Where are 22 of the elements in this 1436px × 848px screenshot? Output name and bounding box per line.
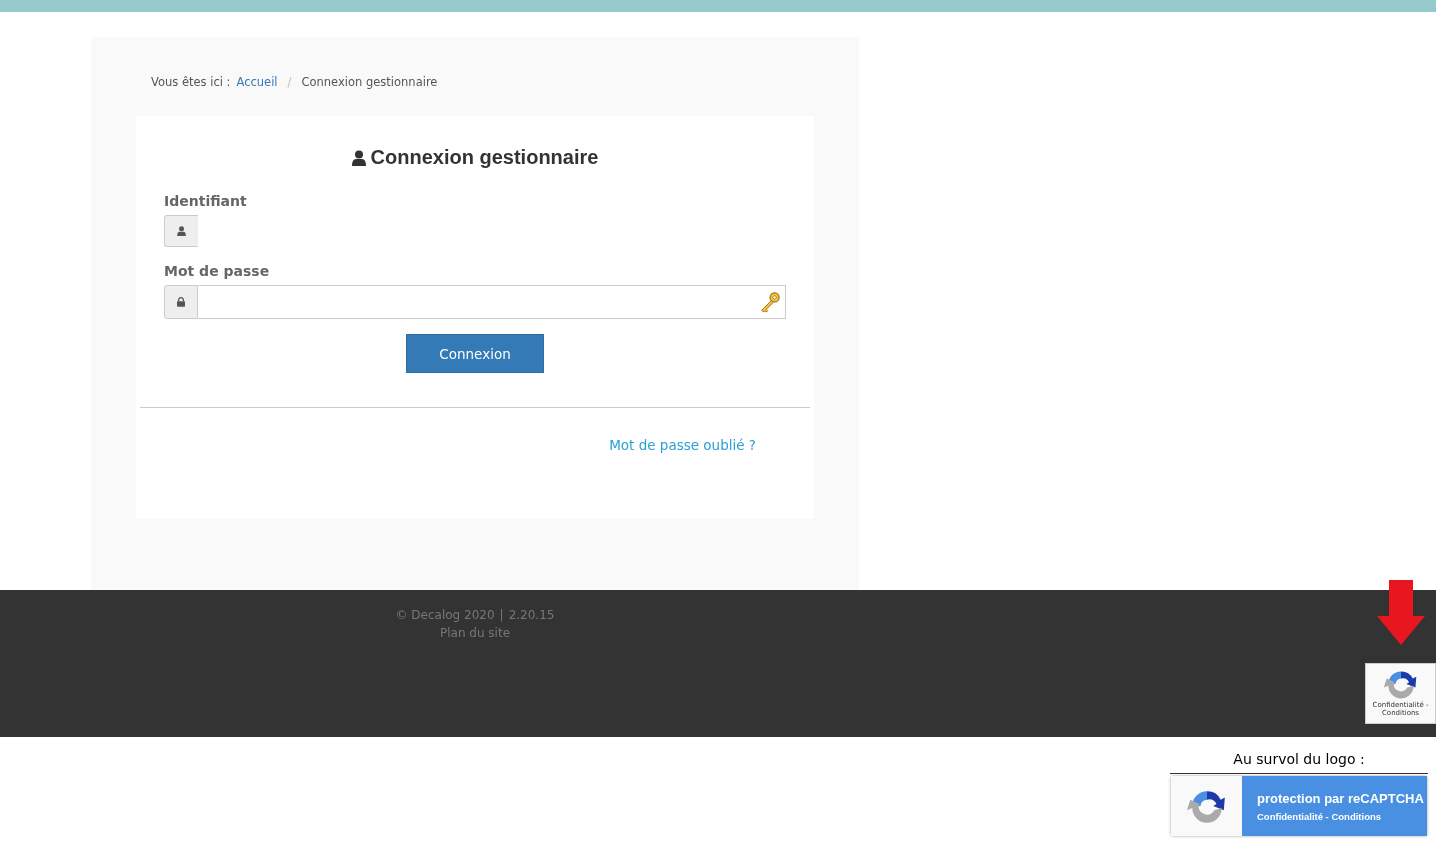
login-button[interactable]: Connexion [406,334,544,373]
user-icon [177,226,186,236]
privacy-terms-text[interactable]: Confidentialité - Conditions [1257,810,1427,822]
breadcrumb-separator: / [287,75,292,89]
footer-separator: | [499,608,504,622]
version-text: 2.20.15 [508,608,555,622]
login-title: Connexion gestionnaire [370,146,599,169]
field-label: Mot de passe [164,263,271,279]
down-arrow-icon [1377,580,1425,645]
field-label: Identifiant [164,193,248,209]
sitemap-link[interactable]: Plan du site [439,626,511,640]
breadcrumb-link[interactable]: Accueil [236,75,278,89]
forgot-password-link[interactable]: Mot de passe oublié ? [609,437,756,453]
hover-caption: Au survol du logo : [1170,751,1428,774]
copyright-text: © Decalog 2020 [395,608,495,622]
breadcrumb-prefix: Vous êtes ici : [151,75,231,89]
recaptcha-title: protection par reCAPTCHA [1257,790,1425,806]
password-field[interactable] [198,285,786,319]
lock-icon [177,297,185,307]
user-icon [351,149,366,166]
breadcrumb-current: Connexion gestionnaire [301,75,438,89]
key-icon [759,291,781,313]
